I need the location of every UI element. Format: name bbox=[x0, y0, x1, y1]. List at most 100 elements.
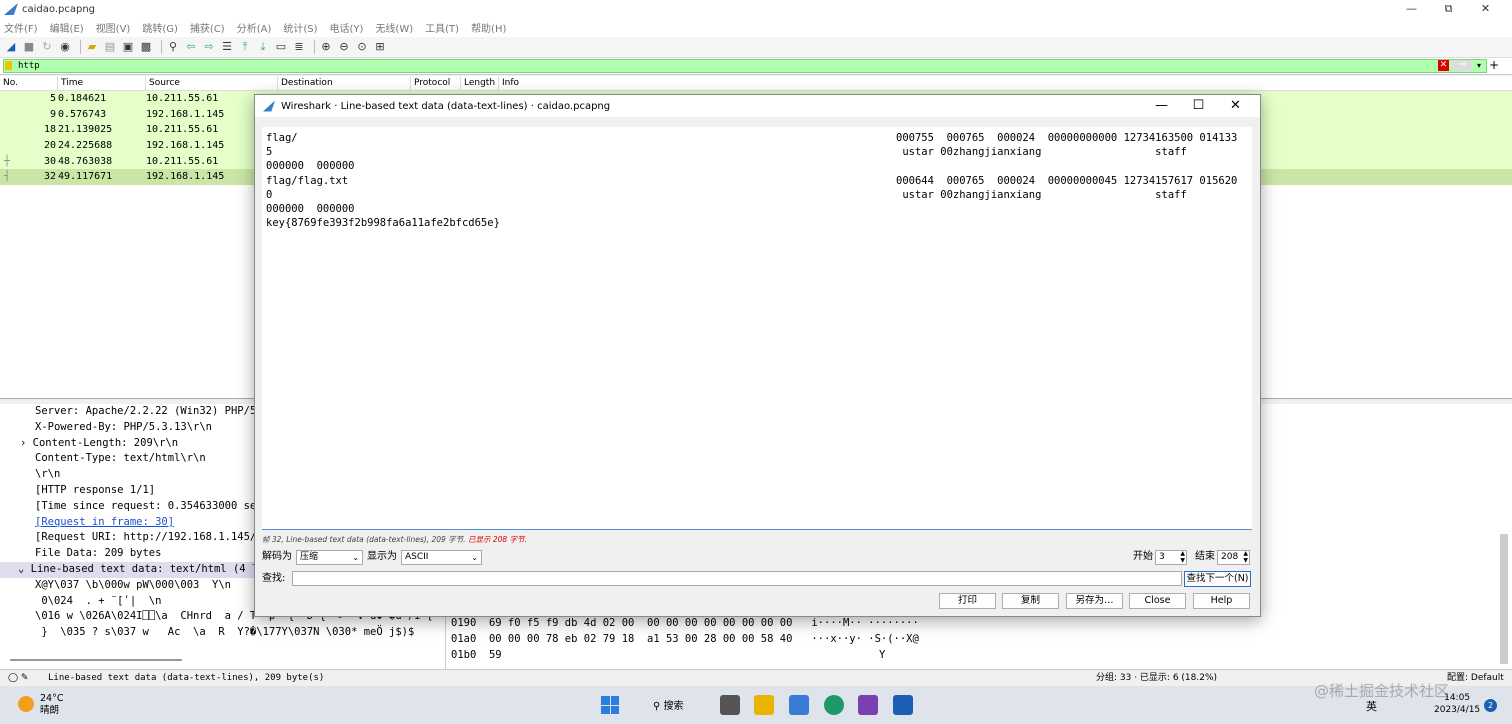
spin-arrows-icon[interactable]: ▲ ▼ bbox=[1243, 550, 1248, 564]
save-file-icon[interactable]: ▤ bbox=[103, 40, 117, 54]
find-input[interactable] bbox=[292, 571, 1182, 586]
expand-arrow-icon[interactable]: › bbox=[20, 437, 33, 449]
colorize-icon[interactable]: ≣ bbox=[292, 40, 306, 54]
dialog-maximize-button[interactable]: ☐ bbox=[1180, 95, 1217, 117]
close-dialog-button[interactable]: Close bbox=[1129, 593, 1186, 609]
col-source[interactable]: Source bbox=[146, 76, 278, 90]
dialog-minimize-button[interactable]: — bbox=[1143, 95, 1180, 117]
menu-go[interactable]: 跳转(G) bbox=[142, 20, 178, 35]
save-as-button[interactable]: 另存为… bbox=[1066, 593, 1123, 609]
spin-arrows-icon[interactable]: ▲ ▼ bbox=[1180, 550, 1185, 564]
close-file-icon[interactable]: ▣ bbox=[121, 40, 135, 54]
go-back-icon[interactable]: ⇦ bbox=[184, 40, 198, 54]
minimize-button[interactable]: — bbox=[1393, 0, 1430, 18]
tray-language[interactable]: 英 bbox=[1366, 698, 1377, 714]
resize-columns-icon[interactable]: ⊞ bbox=[373, 40, 387, 54]
col-protocol[interactable]: Protocol bbox=[411, 76, 461, 90]
clear-filter-button[interactable]: ✕ bbox=[1438, 60, 1449, 71]
packet-time: 49.117671 bbox=[58, 171, 113, 183]
file-explorer-icon[interactable] bbox=[754, 695, 774, 715]
go-first-icon[interactable]: ⤒ bbox=[238, 40, 252, 54]
close-button[interactable]: ✕ bbox=[1467, 0, 1504, 18]
task-view-icon[interactable] bbox=[720, 695, 740, 715]
end-spinbox[interactable]: 208 ▲ ▼ bbox=[1217, 550, 1250, 565]
decode-as-select[interactable]: 压缩 ⌄ bbox=[296, 550, 363, 565]
col-info[interactable]: Info bbox=[499, 76, 699, 90]
col-destination[interactable]: Destination bbox=[278, 76, 411, 90]
menu-capture[interactable]: 捕获(C) bbox=[190, 20, 225, 35]
horizontal-scrollbar[interactable] bbox=[10, 659, 182, 661]
taskbar-search[interactable]: ⚲ 搜索 bbox=[653, 697, 684, 712]
help-button[interactable]: Help bbox=[1193, 593, 1250, 609]
wireshark-logo-icon bbox=[263, 100, 275, 112]
store-icon[interactable] bbox=[789, 695, 809, 715]
col-no[interactable]: No. bbox=[0, 76, 58, 90]
edge-icon[interactable] bbox=[824, 695, 844, 715]
hex-ascii: Y bbox=[878, 648, 886, 661]
packet-no: 5 bbox=[49, 93, 56, 104]
request-frame-link[interactable]: [Request in frame: 30] bbox=[35, 516, 174, 528]
text-line: flag/flag.txt bbox=[266, 174, 349, 187]
capture-options-icon[interactable]: ◉ bbox=[58, 40, 72, 54]
weather-icon[interactable] bbox=[18, 696, 34, 712]
collapse-arrow-icon[interactable]: ⌄ bbox=[18, 563, 31, 575]
visual-studio-icon[interactable] bbox=[858, 695, 878, 715]
notification-badge[interactable]: 2 bbox=[1484, 699, 1497, 712]
text-data-view[interactable]: flag/ 000755 000765 000024 00000000000 1… bbox=[262, 127, 1252, 530]
apply-filter-button[interactable]: ⇒ bbox=[1452, 60, 1472, 71]
hex-row[interactable]: 01b0 59 Y bbox=[451, 648, 885, 664]
display-filter-input[interactable]: http bbox=[3, 59, 1487, 73]
zoom-in-icon[interactable]: ⊕ bbox=[319, 40, 333, 54]
filter-history-dropdown[interactable]: ▾ bbox=[1474, 60, 1484, 71]
menu-tools[interactable]: 工具(T) bbox=[425, 20, 459, 35]
start-capture-icon[interactable]: ◢ bbox=[4, 40, 18, 54]
menu-file[interactable]: 文件(F) bbox=[4, 20, 38, 35]
add-filter-button[interactable]: + bbox=[1489, 58, 1499, 72]
text-data-dialog: Wireshark · Line-based text data (data-t… bbox=[254, 94, 1261, 617]
stop-capture-icon[interactable]: ■ bbox=[22, 40, 36, 54]
menu-telephony[interactable]: 电话(Y) bbox=[330, 20, 364, 35]
dialog-close-button[interactable]: ✕ bbox=[1217, 95, 1254, 117]
detail-line[interactable]: } \035 ? s\037 w Ac \a R Y?�\177Y\037N \… bbox=[0, 625, 445, 641]
menu-wireless[interactable]: 无线(W) bbox=[375, 20, 413, 35]
hex-row[interactable]: 0190 69 f0 f5 f9 db 4d 02 00 00 00 00 00… bbox=[451, 616, 919, 632]
wireshark-taskbar-icon[interactable] bbox=[893, 695, 913, 715]
end-label: 结束 bbox=[1195, 551, 1215, 562]
col-length[interactable]: Length bbox=[461, 76, 499, 90]
menu-edit[interactable]: 编辑(E) bbox=[50, 20, 84, 35]
vertical-scrollbar[interactable] bbox=[1500, 534, 1508, 664]
print-button[interactable]: 打印 bbox=[939, 593, 996, 609]
hex-bytes: 69 f0 f5 f9 db 4d 02 00 00 00 00 00 00 0… bbox=[488, 617, 793, 629]
weather-widget[interactable]: 24°C 晴朗 bbox=[40, 693, 63, 717]
copy-button[interactable]: 复制 bbox=[1002, 593, 1059, 609]
reload-file-icon[interactable]: ▩ bbox=[139, 40, 153, 54]
start-spinbox[interactable]: 3 ▲ ▼ bbox=[1155, 550, 1187, 565]
open-file-icon[interactable]: ▰ bbox=[85, 40, 99, 54]
restore-button[interactable]: ⧉ bbox=[1430, 0, 1467, 18]
toolbar-separator bbox=[161, 40, 162, 54]
status-profile[interactable]: 配置: Default bbox=[1447, 670, 1504, 687]
go-to-packet-icon[interactable]: ☰ bbox=[220, 40, 234, 54]
zoom-reset-icon[interactable]: ⊙ bbox=[355, 40, 369, 54]
go-forward-icon[interactable]: ⇨ bbox=[202, 40, 216, 54]
find-next-button[interactable]: 查找下一个(N) bbox=[1184, 571, 1251, 587]
packet-list-header: No. Time Source Destination Protocol Len… bbox=[0, 76, 1512, 91]
taskbar-clock[interactable]: 14:05 2023/4/15 bbox=[1434, 692, 1480, 716]
menu-analyze[interactable]: 分析(A) bbox=[237, 20, 272, 35]
status-bar: ◯ ✎ Line-based text data (data-text-line… bbox=[0, 669, 1512, 686]
go-last-icon[interactable]: ⤓ bbox=[256, 40, 270, 54]
menu-statistics[interactable]: 统计(S) bbox=[283, 20, 317, 35]
menu-view[interactable]: 视图(V) bbox=[96, 20, 131, 35]
hex-row[interactable]: 01a0 00 00 00 78 eb 02 79 18 a1 53 00 28… bbox=[451, 632, 919, 648]
col-time[interactable]: Time bbox=[58, 76, 146, 90]
expert-info-icon[interactable]: ◯ ✎ bbox=[8, 670, 28, 687]
bookmark-icon[interactable] bbox=[5, 61, 12, 70]
menu-help[interactable]: 帮助(H) bbox=[471, 20, 506, 35]
packet-time: 48.763038 bbox=[58, 155, 113, 167]
find-packet-icon[interactable]: ⚲ bbox=[166, 40, 180, 54]
autoscroll-icon[interactable]: ▭ bbox=[274, 40, 288, 54]
restart-capture-icon[interactable]: ↻ bbox=[40, 40, 54, 54]
show-as-select[interactable]: ASCII ⌄ bbox=[401, 550, 482, 565]
zoom-out-icon[interactable]: ⊖ bbox=[337, 40, 351, 54]
start-button[interactable] bbox=[601, 696, 619, 714]
